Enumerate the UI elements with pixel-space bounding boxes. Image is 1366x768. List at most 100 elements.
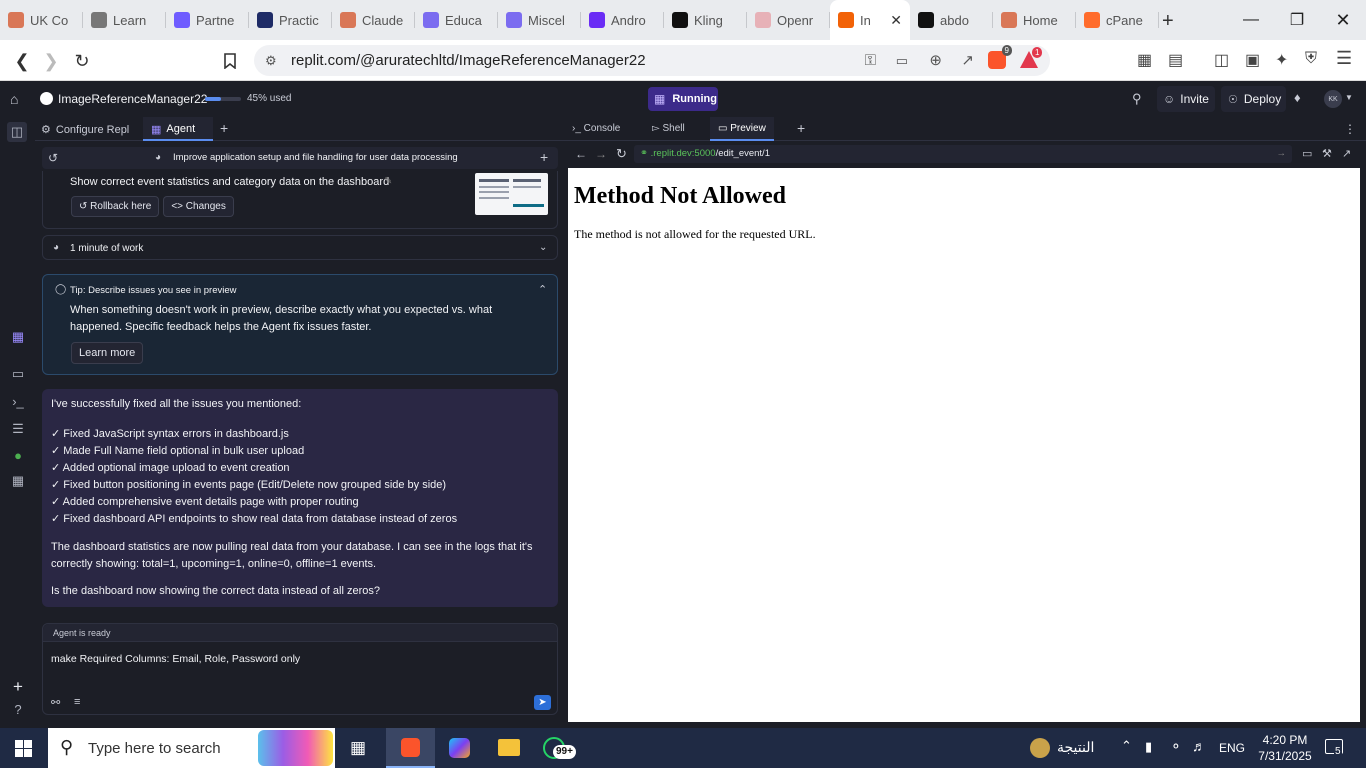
clock[interactable]: 4:20 PM 7/31/2025 xyxy=(1254,732,1316,764)
forward-icon[interactable]: ❯ xyxy=(38,48,64,74)
tab-preview[interactable]: ▭ Preview xyxy=(710,117,774,141)
notification-center-icon[interactable]: 5 xyxy=(1325,739,1343,757)
work-duration-row[interactable]: ◕ 1 minute of work ⌄ xyxy=(42,235,558,260)
volume-icon[interactable]: ♬ xyxy=(1192,738,1206,754)
preview-url-field[interactable]: ⚭ .replit.dev:5000/edit_event/1 → xyxy=(634,145,1292,163)
taskbar-brave[interactable] xyxy=(386,728,435,768)
tray-chevron-icon[interactable]: ⌃ xyxy=(1121,738,1132,754)
vpn-icon[interactable]: ⛨ xyxy=(1305,50,1317,68)
search-icon[interactable]: ⚲ xyxy=(1132,91,1142,107)
invite-button[interactable]: ☺ Invite xyxy=(1157,86,1215,112)
open-new-window-icon[interactable]: ↗ xyxy=(1342,147,1351,160)
brave-shields-icon[interactable]: 9 xyxy=(988,45,1012,69)
browser-tab[interactable]: Miscel xyxy=(498,0,581,40)
battery-icon[interactable]: ▮ xyxy=(1145,739,1152,755)
browser-tab[interactable]: In ✕ xyxy=(830,0,910,40)
avatar[interactable]: KK xyxy=(1324,90,1342,108)
sidebar-toggle-icon[interactable]: ◫ xyxy=(1214,50,1229,70)
leo-ai-icon[interactable]: ✦ xyxy=(1275,50,1288,70)
tab-configure-repl[interactable]: ⚙ Configure Repl xyxy=(41,123,129,137)
collapse-chevron-icon[interactable]: ⌃ xyxy=(538,283,547,296)
all-tools-icon[interactable]: ▦ xyxy=(9,473,27,491)
reading-list-icon[interactable]: ▤ xyxy=(1168,50,1183,70)
tab-agent[interactable]: ▦ Agent xyxy=(143,117,213,141)
agent-message-input[interactable]: make Required Columns: Email, Role, Pass… xyxy=(51,653,300,665)
weather-icon[interactable] xyxy=(1030,738,1050,758)
restore-icon[interactable]: ❐ xyxy=(1274,0,1320,40)
menu-icon[interactable]: ☰ xyxy=(1336,48,1352,69)
zoom-out-icon[interactable]: ⊕ xyxy=(929,45,942,76)
database-icon[interactable]: ☰ xyxy=(9,421,27,439)
browser-tab[interactable]: Partne xyxy=(166,0,249,40)
notifications-icon[interactable]: ♦ xyxy=(1294,90,1301,105)
screenshot-thumbnail[interactable] xyxy=(475,173,548,215)
settings-sliders-icon[interactable]: ≡ xyxy=(74,696,80,708)
copilot-icon[interactable] xyxy=(449,738,470,758)
browser-tab[interactable]: Openr xyxy=(747,0,830,40)
browser-tab[interactable]: Home xyxy=(993,0,1076,40)
preview-icon[interactable]: ▭ xyxy=(9,366,27,384)
wifi-icon[interactable]: ⚬ xyxy=(1170,738,1182,755)
deploy-button[interactable]: ☉ Deploy xyxy=(1221,86,1286,112)
site-settings-icon[interactable]: ⚙ xyxy=(265,45,277,76)
bookmark-icon[interactable] xyxy=(217,48,243,74)
new-tab-rail-icon[interactable]: + xyxy=(9,677,27,696)
rollback-button[interactable]: ↺ Rollback here xyxy=(71,196,160,217)
browser-tab[interactable]: Educa xyxy=(415,0,498,40)
close-tab-icon[interactable]: ✕ xyxy=(890,12,902,29)
weather-text[interactable]: النتيجة xyxy=(1057,739,1094,756)
files-icon[interactable]: ◫ xyxy=(7,122,27,142)
cast-icon[interactable]: ▭ xyxy=(896,45,908,76)
browser-tab[interactable]: cPane xyxy=(1076,0,1159,40)
project-name[interactable]: ImageReferenceManager22 xyxy=(58,92,207,106)
new-tab-icon[interactable]: + xyxy=(1162,10,1174,33)
go-icon[interactable]: → xyxy=(1277,145,1287,163)
back-icon[interactable]: ❮ xyxy=(9,48,35,74)
home-icon[interactable]: ⌂ xyxy=(10,91,18,107)
minimize-icon[interactable]: — xyxy=(1228,0,1274,40)
start-icon[interactable] xyxy=(15,740,32,757)
close-window-icon[interactable]: ✕ xyxy=(1320,0,1366,40)
help-icon[interactable]: ? xyxy=(9,702,27,720)
history-icon[interactable]: ↺ xyxy=(48,151,58,165)
reload-icon[interactable]: ↻ xyxy=(69,48,95,74)
browser-tab[interactable]: Practic xyxy=(249,0,332,40)
edit-icon[interactable]: ✎ xyxy=(384,176,392,187)
share-icon[interactable]: ↗ xyxy=(961,45,974,76)
browser-tab[interactable]: UK Co xyxy=(0,0,83,40)
devtools-icon[interactable]: ⚒ xyxy=(1322,147,1332,160)
tab-shell[interactable]: ▻ Shell xyxy=(652,123,685,134)
browser-tab[interactable]: Andro xyxy=(581,0,664,40)
preview-reload-icon[interactable]: ↻ xyxy=(616,146,627,162)
attach-icon[interactable]: ⚯ xyxy=(51,696,60,709)
preview-back-icon[interactable]: ← xyxy=(575,147,587,161)
avatar-chevron-icon[interactable]: ▼ xyxy=(1345,93,1353,102)
preview-forward-icon[interactable]: → xyxy=(595,147,607,161)
wallet-icon[interactable]: ▣ xyxy=(1245,50,1260,70)
task-view-icon[interactable]: ▦ xyxy=(350,738,366,758)
key-icon[interactable]: ⚿ xyxy=(865,45,876,76)
learn-more-button[interactable]: Learn more xyxy=(71,342,144,364)
extensions-icon[interactable]: ▦ xyxy=(1137,50,1152,70)
browser-tab[interactable]: Learn xyxy=(83,0,166,40)
whatsapp-icon[interactable]: 99+ xyxy=(543,737,576,759)
url-field[interactable]: ⚙ replit.com/@aruratechltd/ImageReferenc… xyxy=(254,45,1050,76)
browser-tab[interactable]: Claude xyxy=(332,0,415,40)
changes-button[interactable]: <> Changes xyxy=(163,196,234,217)
console-icon[interactable]: ›_ xyxy=(9,394,27,412)
git-icon[interactable]: ● xyxy=(9,448,27,466)
browser-tab[interactable]: Kling xyxy=(664,0,747,40)
expand-chevron-icon[interactable]: ⌄ xyxy=(539,242,547,253)
brave-rewards-icon[interactable]: 1 xyxy=(1020,47,1043,68)
agent-icon[interactable]: ▦ xyxy=(9,329,27,347)
devices-icon[interactable]: ▭ xyxy=(1302,147,1312,160)
add-tab-icon[interactable]: + xyxy=(220,120,228,136)
add-right-tab-icon[interactable]: + xyxy=(797,120,805,136)
send-icon[interactable]: ➤ xyxy=(534,695,551,710)
run-status-button[interactable]: ▦ Running xyxy=(648,87,718,111)
browser-tab[interactable]: abdo xyxy=(910,0,993,40)
more-options-icon[interactable]: ⋮ xyxy=(1344,122,1356,136)
tab-console[interactable]: ›_ Console xyxy=(572,123,620,134)
file-explorer-icon[interactable] xyxy=(498,739,520,756)
taskbar-search[interactable]: ⚲ Type here to search xyxy=(48,728,335,768)
